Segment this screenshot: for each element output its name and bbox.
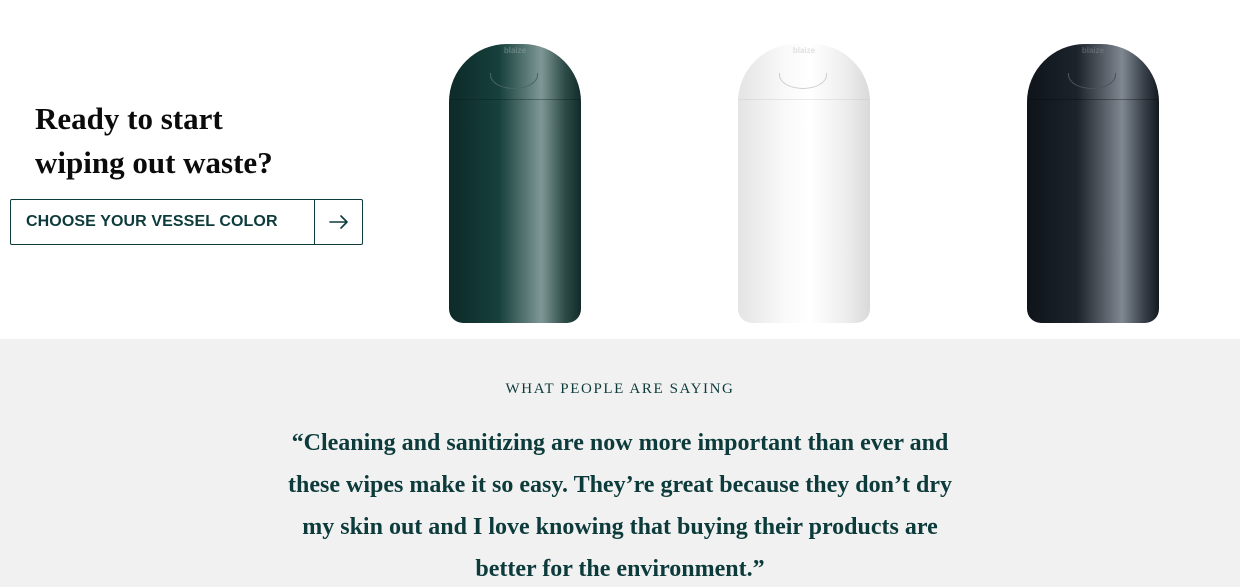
arrow-right-icon <box>314 200 362 244</box>
testimonial-quote-line: better for the environment.” <box>475 556 765 582</box>
vessel-white-image[interactable]: blaize <box>738 44 870 323</box>
testimonial-quote-line: my skin out and I love knowing that buyi… <box>302 514 938 540</box>
vessel-brand-mark: blaize <box>792 46 816 55</box>
hero-headline-line-1: Ready to start <box>35 101 223 136</box>
testimonial-quote-line: these wipes make it so easy. They’re gre… <box>288 472 952 498</box>
choose-vessel-color-label: CHOOSE YOUR VESSEL COLOR <box>26 213 278 230</box>
testimonials-section: WHAT PEOPLE ARE SAYING “Cleaning and san… <box>0 339 1240 587</box>
choose-vessel-color-button[interactable]: CHOOSE YOUR VESSEL COLOR <box>10 199 363 245</box>
hero-section: Ready to start wiping out waste? CHOOSE … <box>0 0 1240 339</box>
hero-headline-line-2: wiping out waste? <box>35 145 273 180</box>
testimonial-quote-line: “Cleaning and sanitizing are now more im… <box>291 430 949 456</box>
vessel-lid-notch <box>490 73 538 89</box>
page: Ready to start wiping out waste? CHOOSE … <box>0 0 1240 587</box>
testimonials-eyebrow: WHAT PEOPLE ARE SAYING <box>505 381 735 397</box>
vessel-lid-seam <box>738 99 870 100</box>
vessel-lid-notch <box>779 73 827 89</box>
vessel-lid-seam <box>449 99 581 100</box>
testimonial-quote: “Cleaning and sanitizing are now more im… <box>260 422 980 587</box>
hero-headline: Ready to start wiping out waste? <box>35 97 365 185</box>
vessel-brand-mark: blaize <box>503 46 527 55</box>
vessel-lid-seam <box>1027 99 1159 100</box>
vessel-green-image[interactable]: blaize <box>449 44 581 323</box>
vessel-black-image[interactable]: blaize <box>1027 44 1159 323</box>
vessel-brand-mark: blaize <box>1081 46 1105 55</box>
vessel-lid-notch <box>1068 73 1116 89</box>
